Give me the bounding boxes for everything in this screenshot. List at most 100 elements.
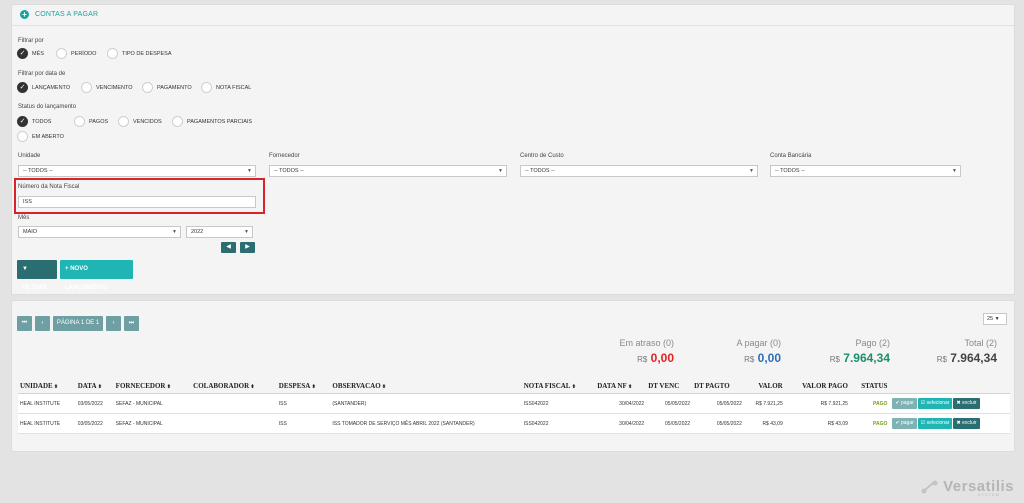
next-page-button[interactable]: ›	[106, 316, 121, 331]
table-cell: R$ 7.921,25	[784, 393, 850, 414]
panel-header[interactable]: + CONTAS A PAGAR	[20, 10, 98, 19]
sort-icon: ⬍	[249, 385, 255, 390]
sort-icon: ⬍	[626, 385, 633, 390]
unidade-label: Unidade	[18, 153, 41, 159]
radio-circle	[56, 48, 67, 59]
table-cell: (SANTANDER)	[330, 393, 522, 414]
first-page-icon: ⏮	[21, 320, 28, 326]
table-cell: PAGO	[849, 393, 890, 414]
column-header[interactable]: DT PAGTO	[692, 380, 744, 394]
column-header[interactable]: FORNECEDOR ⬍	[113, 380, 192, 394]
chevron-down-icon: ▼	[244, 229, 249, 235]
radio-vencidos[interactable]: VENCIDOS	[118, 116, 162, 127]
radio-todos[interactable]: ✓ TODOS	[17, 116, 51, 127]
table-cell: ISS TOMADOR DE SERVIÇO MÊS ABRIL 2022 (S…	[330, 413, 522, 434]
column-header[interactable]: NOTA FISCAL ⬍	[521, 380, 596, 394]
table-cell: 03/05/2022	[75, 413, 114, 434]
select-button[interactable]: ☑ selecionar	[917, 418, 953, 429]
table-cell: R$ 43,09	[784, 413, 850, 434]
table-cell: 30/04/2022	[595, 393, 647, 414]
chevron-left-icon: ‹	[41, 320, 44, 326]
nota-fiscal-label: Número da Nota Fiscal	[18, 184, 80, 190]
chevron-down-icon: ▼	[247, 168, 252, 174]
row-actions: ✔ pagar ☑ selecionar ✖ excluir	[889, 393, 1010, 414]
radio-tipo-despesa[interactable]: TIPO DE DESPESA	[107, 48, 172, 59]
radio-vencimento[interactable]: VENCIMENTO	[81, 82, 133, 93]
centro-custo-select[interactable]: -- TODOS -- ▼	[520, 165, 758, 177]
panel-title: CONTAS A PAGAR	[35, 11, 99, 18]
year-select[interactable]: 2022 ▼	[186, 226, 253, 238]
table-cell: SEFAZ - MUNICIPAL	[113, 393, 192, 414]
table-cell: ISS	[276, 393, 331, 414]
filter-icon: ▼	[22, 266, 28, 272]
radio-pagamentos-parciais[interactable]: PAGAMENTOS PARCIAIS	[172, 116, 252, 127]
centro-custo-label: Centro de Custo	[520, 153, 564, 159]
sort-icon: ⬍	[96, 385, 102, 390]
sort-icon: ⬍	[570, 385, 576, 390]
date-filter-label: Filtrar por data de	[18, 71, 66, 77]
month-select[interactable]: MAIO ▼	[18, 226, 181, 238]
row-actions: ✔ pagar ☑ selecionar ✖ excluir	[889, 413, 1010, 434]
column-header[interactable]: DATA ⬍	[75, 380, 114, 394]
chevron-down-icon: ▼	[994, 316, 1000, 322]
column-header[interactable]: VALOR PAGO	[784, 380, 850, 394]
radio-circle	[17, 131, 28, 142]
column-header[interactable]: VALOR	[743, 380, 785, 394]
next-month-button[interactable]: ▶	[240, 242, 255, 253]
results-panel: ⏮ ‹ PÁGINA 1 DE 1 › ⏭ 25 ▼ Em atraso (0)…	[11, 300, 1015, 452]
column-header[interactable]: STATUS	[849, 380, 890, 394]
radio-nota-fiscal[interactable]: NOTA FISCAL	[201, 82, 251, 93]
pay-button[interactable]: ✔ pagar	[892, 418, 917, 429]
sort-icon: ⬍	[380, 385, 387, 390]
column-header[interactable]: OBSERVACAO ⬍	[330, 380, 522, 394]
new-entry-button[interactable]: + NOVO LANÇAMENTO	[60, 260, 133, 291]
radio-pagamento[interactable]: PAGAMENTO	[142, 82, 192, 93]
nota-fiscal-input[interactable]: ISS	[18, 196, 256, 208]
check-icon: ✓	[17, 116, 28, 127]
filter-button[interactable]: ▼ FILTRAR	[17, 260, 57, 291]
table-cell: PAGO	[849, 413, 890, 434]
fornecedor-select[interactable]: -- TODOS -- ▼	[269, 165, 507, 177]
table-cell	[191, 393, 277, 414]
unidade-select[interactable]: -- TODOS -- ▼	[18, 165, 256, 177]
logo-icon	[921, 480, 938, 493]
select-button[interactable]: ☑ selecionar	[917, 398, 953, 409]
column-header[interactable]: DT VENC	[646, 380, 693, 394]
delete-button[interactable]: ✖ excluir	[953, 418, 980, 429]
prev-page-button[interactable]: ‹	[35, 316, 50, 331]
sort-icon: ⬍	[165, 385, 171, 390]
radio-circle	[172, 116, 183, 127]
radio-pagos[interactable]: PAGOS	[74, 116, 108, 127]
table-cell: 05/05/2022	[646, 413, 693, 434]
table-cell: 30/04/2022	[595, 413, 647, 434]
plus-circle-icon: +	[20, 10, 29, 19]
table-cell: R$ 43,09	[743, 413, 785, 434]
radio-lancamento[interactable]: ✓ LANÇAMENTO	[17, 82, 70, 93]
summary-to-pay: A pagar (0) R$ 0,00	[736, 338, 781, 365]
radio-circle	[107, 48, 118, 59]
radio-circle	[74, 116, 85, 127]
divider	[12, 25, 1014, 26]
radio-periodo[interactable]: PERÍODO	[56, 48, 96, 59]
mes-label: Mês	[18, 215, 30, 221]
sort-icon: ⬍	[310, 385, 316, 390]
radio-em-aberto[interactable]: EM ABERTO	[17, 131, 64, 142]
conta-bancaria-select[interactable]: -- TODOS -- ▼	[770, 165, 961, 177]
delete-button[interactable]: ✖ excluir	[953, 398, 980, 409]
column-header[interactable]: DATA NF ⬍	[595, 380, 647, 394]
payables-table: UNIDADE ⬍ DATA ⬍ FORNECEDOR ⬍ COLABORADOR ⬍…	[18, 380, 1010, 434]
column-header[interactable]: DESPESA ⬍	[276, 380, 331, 394]
summary-paid: Pago (2) R$ 7.964,34	[829, 338, 890, 365]
per-page-select[interactable]: 25 ▼	[983, 313, 1007, 325]
pay-button[interactable]: ✔ pagar	[892, 398, 917, 409]
filter-by-label: Filtrar por	[18, 38, 44, 44]
table-cell: 05/05/2022	[646, 393, 693, 414]
column-header[interactable]: UNIDADE ⬍	[18, 380, 76, 394]
prev-month-button[interactable]: ◀	[221, 242, 236, 253]
last-page-button[interactable]: ⏭	[124, 316, 139, 331]
summary-total: Total (2) R$ 7.964,34	[936, 338, 997, 365]
column-header[interactable]: COLABORADOR ⬍	[191, 380, 277, 394]
chevron-down-icon: ▼	[498, 168, 503, 174]
first-page-button[interactable]: ⏮	[17, 316, 32, 331]
radio-mes[interactable]: ✓ MÊS	[17, 48, 44, 59]
